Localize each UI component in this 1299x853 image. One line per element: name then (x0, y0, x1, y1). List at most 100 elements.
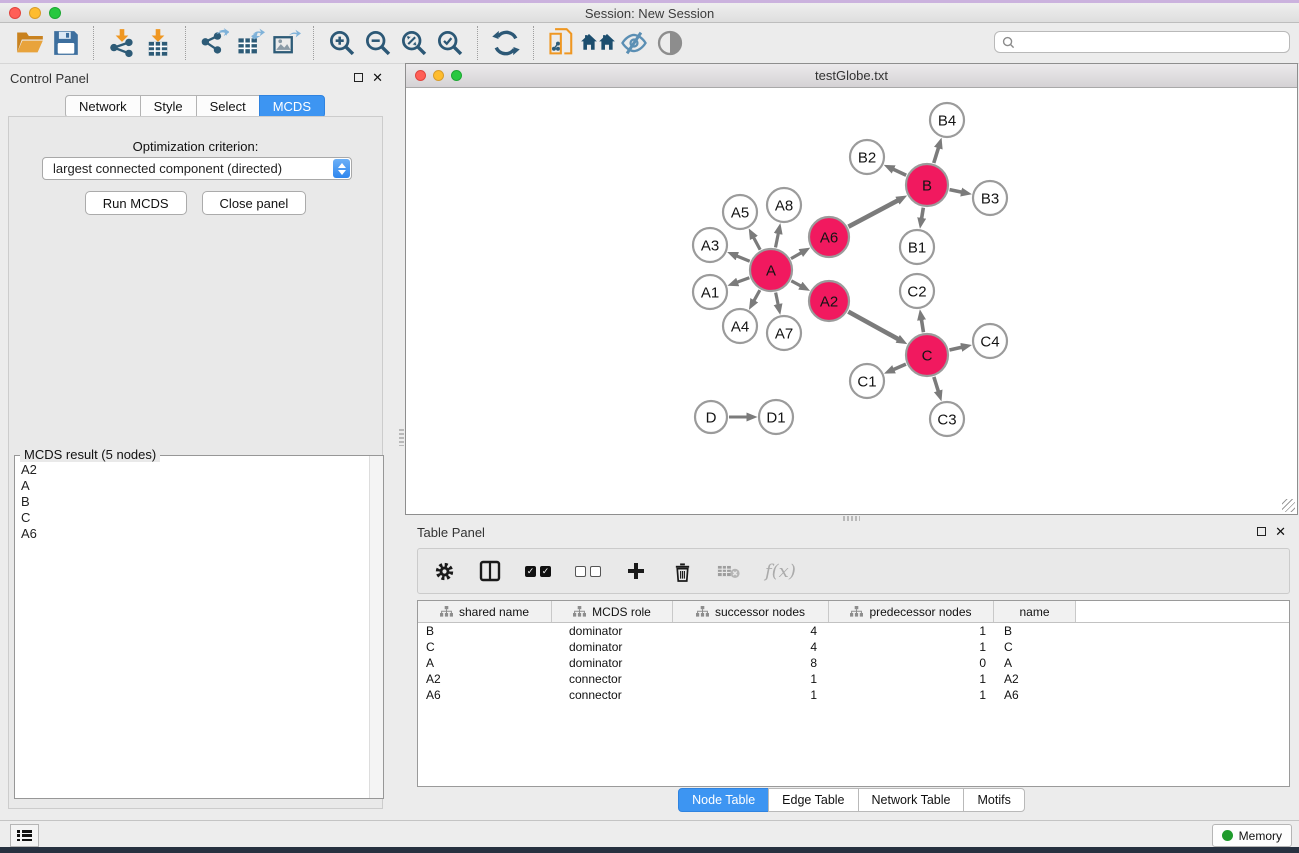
node-C2[interactable]: C2 (900, 274, 934, 308)
table-row[interactable]: Adominator80A (418, 655, 1289, 671)
column-header-name[interactable]: name (994, 601, 1076, 622)
node-C[interactable]: C (906, 334, 948, 376)
edge-A-A4[interactable] (754, 290, 760, 301)
column-header-shared-name[interactable]: shared name (418, 601, 552, 622)
node-A1[interactable]: A1 (693, 275, 727, 309)
tab-style[interactable]: Style (140, 95, 197, 118)
export-image-icon[interactable] (268, 25, 304, 61)
tab-mcds[interactable]: MCDS (259, 95, 325, 118)
edge-A-A7[interactable] (776, 293, 778, 305)
node-A2[interactable]: A2 (809, 281, 849, 321)
import-network-icon[interactable] (104, 25, 140, 61)
run-mcds-button[interactable]: Run MCDS (85, 191, 187, 215)
close-panel-button[interactable]: Close panel (202, 191, 307, 215)
edge-C-C1[interactable] (894, 364, 906, 369)
node-A[interactable]: A (750, 249, 792, 291)
network-canvas[interactable]: B4 B2 B B3 A5 A8A6 B1 A3 A C2 A1 A2 A4 A7 C4 C C1 D D1 C3 (406, 88, 1297, 514)
zoom-selected-icon[interactable] (432, 25, 468, 61)
network-from-selection-icon[interactable] (544, 25, 580, 61)
open-session-icon[interactable] (12, 25, 48, 61)
hide-selected-icon[interactable] (616, 25, 652, 61)
add-column-icon[interactable] (625, 559, 647, 583)
window-resize-grip[interactable] (1282, 499, 1295, 512)
edge-B-B4[interactable] (934, 148, 939, 163)
deselect-all-icon[interactable] (575, 559, 601, 583)
node-C1[interactable]: C1 (850, 364, 884, 398)
column-header-predecessor-nodes[interactable]: predecessor nodes (829, 601, 994, 622)
table-row[interactable]: A6connector11A6 (418, 687, 1289, 703)
show-all-icon[interactable] (652, 25, 688, 61)
home-icon[interactable] (580, 25, 616, 61)
table-settings-icon[interactable] (433, 559, 455, 583)
tab-network-table[interactable]: Network Table (858, 788, 965, 812)
task-history-button[interactable] (10, 824, 39, 847)
mcds-result-list[interactable]: A2ABCA6 (15, 458, 370, 798)
search-input[interactable] (1020, 34, 1289, 50)
edge-A2-C[interactable] (848, 312, 898, 339)
node-A4[interactable]: A4 (723, 309, 757, 343)
optimization-criterion-select[interactable]: largest connected component (directed) (42, 157, 352, 180)
tab-edge-table[interactable]: Edge Table (768, 788, 858, 812)
edge-C-C4[interactable] (949, 347, 961, 350)
edge-C-C3[interactable] (934, 377, 938, 391)
node-C4[interactable]: C4 (973, 324, 1007, 358)
zoom-fit-icon[interactable] (396, 25, 432, 61)
node-A6[interactable]: A6 (809, 217, 849, 257)
delete-column-icon[interactable] (671, 559, 693, 583)
select-columns-icon[interactable] (479, 559, 501, 583)
edge-C-C2[interactable] (921, 320, 923, 333)
export-network-icon[interactable] (196, 25, 232, 61)
tab-select[interactable]: Select (196, 95, 260, 118)
delete-table-icon[interactable] (717, 559, 741, 583)
zoom-out-icon[interactable] (360, 25, 396, 61)
node-A7[interactable]: A7 (767, 316, 801, 350)
node-B1[interactable]: B1 (900, 230, 934, 264)
save-session-icon[interactable] (48, 25, 84, 61)
zoom-in-icon[interactable] (324, 25, 360, 61)
close-table-panel-icon[interactable]: ✕ (1275, 526, 1286, 537)
table-row[interactable]: Cdominator41C (418, 639, 1289, 655)
column-header-successor-nodes[interactable]: successor nodes (673, 601, 829, 622)
import-table-icon[interactable] (140, 25, 176, 61)
edge-A-A8[interactable] (776, 233, 779, 247)
tab-node-table[interactable]: Node Table (678, 788, 769, 812)
edge-A6-B[interactable] (848, 200, 897, 226)
export-table-icon[interactable] (232, 25, 268, 61)
edge-A-A6[interactable] (791, 253, 801, 259)
node-B4[interactable]: B4 (930, 103, 964, 137)
table-row[interactable]: A2connector11A2 (418, 671, 1289, 687)
select-all-icon[interactable]: ✓✓ (525, 559, 551, 583)
node-A5[interactable]: A5 (723, 195, 757, 229)
network-window-titlebar[interactable]: testGlobe.txt (406, 64, 1297, 88)
node-D[interactable]: D (695, 401, 727, 433)
result-scrollbar[interactable] (369, 456, 383, 798)
search-field[interactable] (994, 31, 1290, 53)
float-table-panel-icon[interactable] (1257, 527, 1266, 536)
refresh-icon[interactable] (488, 25, 524, 61)
edge-A-A5[interactable] (754, 238, 760, 250)
node-A8[interactable]: A8 (767, 188, 801, 222)
tab-motifs[interactable]: Motifs (963, 788, 1024, 812)
close-panel-icon[interactable]: ✕ (372, 72, 383, 83)
node-A3[interactable]: A3 (693, 228, 727, 262)
table-row[interactable]: Bdominator41B (418, 623, 1289, 639)
node-D1[interactable]: D1 (759, 400, 793, 434)
node-B3[interactable]: B3 (973, 181, 1007, 215)
vertical-splitter-handle[interactable] (399, 429, 404, 446)
network-graph[interactable]: B4 B2 B B3 A5 A8A6 B1 A3 A C2 A1 A2 A4 A7 C4 C C1 D D1 C3 (406, 88, 1297, 514)
edge-A-A2[interactable] (791, 281, 800, 286)
memory-button[interactable]: Memory (1212, 824, 1292, 847)
float-panel-icon[interactable] (354, 73, 363, 82)
edge-A-A1[interactable] (737, 278, 749, 282)
node-B2[interactable]: B2 (850, 140, 884, 174)
edge-B-B2[interactable] (893, 169, 906, 175)
node-B[interactable]: B (906, 164, 948, 206)
edge-B-B3[interactable] (950, 190, 962, 192)
tab-network[interactable]: Network (65, 95, 141, 118)
column-type-icon (573, 606, 586, 617)
node-C3[interactable]: C3 (930, 402, 964, 436)
column-header-MCDS-role[interactable]: MCDS role (552, 601, 673, 622)
edge-A-A3[interactable] (737, 256, 750, 261)
function-builder-icon[interactable]: f(x) (765, 559, 796, 583)
edge-B-B1[interactable] (922, 208, 924, 219)
